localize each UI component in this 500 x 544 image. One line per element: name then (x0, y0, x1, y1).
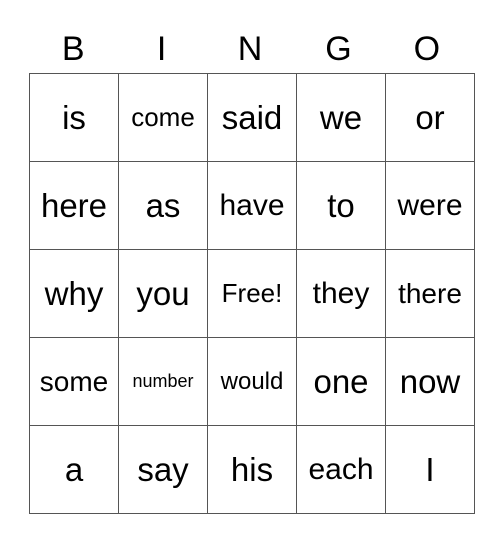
bingo-cell[interactable]: to (296, 161, 386, 250)
bingo-header: B I N G O (29, 27, 471, 71)
header-letter-n: N (237, 30, 263, 68)
card-row: a say his each I (29, 425, 475, 514)
bingo-cell[interactable]: why (29, 249, 119, 338)
card-row: some number would one now (29, 337, 475, 426)
bingo-cell[interactable]: I (385, 425, 475, 514)
card-row: is come said we or (29, 73, 475, 162)
bingo-cell[interactable]: have (207, 161, 297, 250)
bingo-cell[interactable]: you (118, 249, 208, 338)
card-row: why you Free! they there (29, 249, 475, 338)
bingo-cell[interactable]: number (118, 337, 208, 426)
bingo-cell[interactable]: come (118, 73, 208, 162)
bingo-cell[interactable]: or (385, 73, 475, 162)
bingo-cell[interactable]: said (207, 73, 297, 162)
bingo-cell[interactable]: as (118, 161, 208, 250)
bingo-cell[interactable]: his (207, 425, 297, 514)
bingo-cell[interactable]: here (29, 161, 119, 250)
bingo-cell[interactable]: would (207, 337, 297, 426)
bingo-cell[interactable]: each (296, 425, 386, 514)
free-space[interactable]: Free! (207, 249, 297, 338)
header-letter-i: I (156, 30, 167, 68)
bingo-cell[interactable]: now (385, 337, 475, 426)
bingo-card: is come said we or here as have to were … (29, 73, 475, 514)
bingo-cell[interactable]: is (29, 73, 119, 162)
card-row: here as have to were (29, 161, 475, 250)
header-letter-b: B (61, 30, 85, 68)
bingo-cell[interactable]: a (29, 425, 119, 514)
bingo-cell[interactable]: there (385, 249, 475, 338)
bingo-cell[interactable]: we (296, 73, 386, 162)
bingo-cell[interactable]: some (29, 337, 119, 426)
bingo-cell[interactable]: say (118, 425, 208, 514)
bingo-cell[interactable]: were (385, 161, 475, 250)
bingo-cell[interactable]: they (296, 249, 386, 338)
header-letter-o: O (413, 30, 441, 68)
header-letter-g: G (325, 30, 352, 68)
bingo-cell[interactable]: one (296, 337, 386, 426)
